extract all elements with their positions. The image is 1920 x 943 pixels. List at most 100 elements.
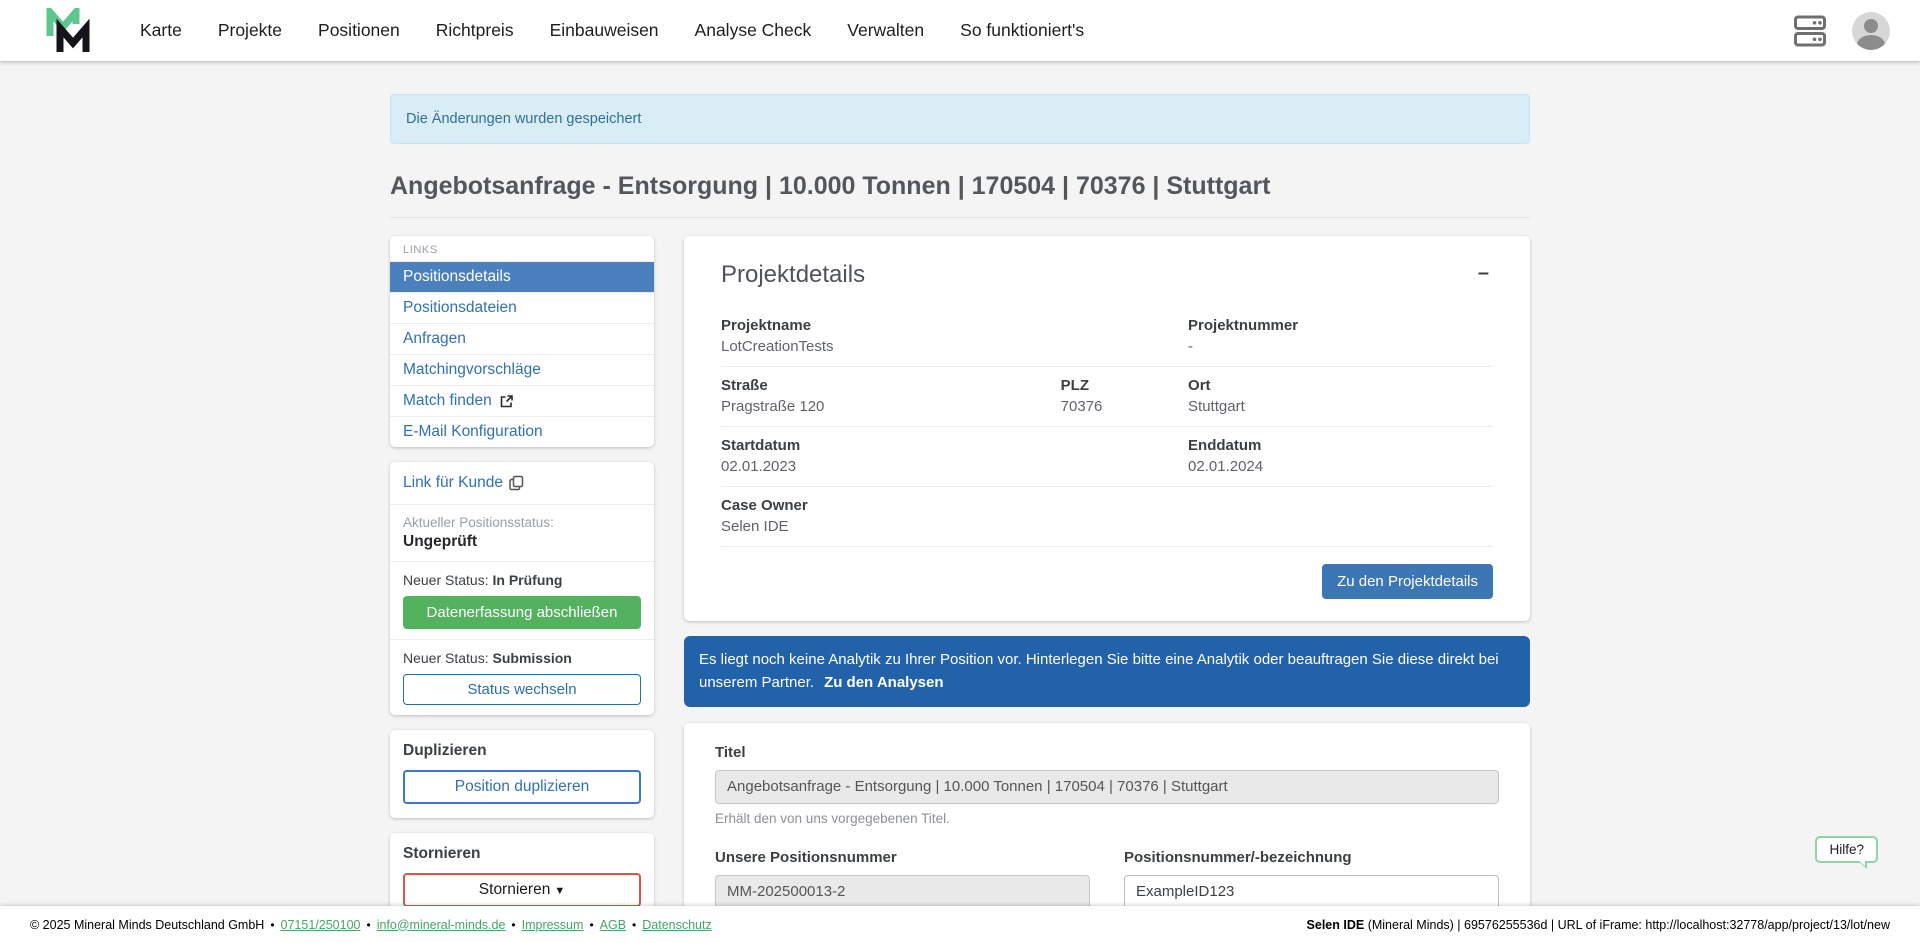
sidebar-item-matchingvorschlaege[interactable]: Matchingvorschläge [390, 354, 654, 385]
nav-item-verwalten[interactable]: Verwalten [847, 20, 924, 41]
footer-separator: • [632, 918, 636, 932]
field-value: Pragstraße 120 [721, 398, 1061, 415]
field-label: PLZ [1061, 377, 1188, 394]
sidebar-item-anfragen[interactable]: Anfragen [390, 323, 654, 354]
field-enddatum: Enddatum 02.01.2024 [1188, 437, 1493, 475]
field-label: Enddatum [1188, 437, 1493, 454]
nav-item-richtpreis[interactable]: Richtpreis [436, 20, 514, 41]
titel-input [715, 770, 1499, 804]
field-startdatum: Startdatum 02.01.2023 [721, 437, 1188, 475]
footer-user-name: Selen IDE [1307, 918, 1365, 932]
main-column: Projektdetails – Projektname LotCreation… [684, 236, 1530, 943]
cancel-card-title: Stornieren [403, 845, 641, 863]
new-status-row-1: Neuer Status: In Prüfung Datenerfassung … [390, 561, 654, 639]
field-label: Straße [721, 377, 1061, 394]
complete-data-entry-button[interactable]: Datenerfassung abschließen [403, 596, 641, 629]
field-label: Projektname [721, 317, 1188, 334]
nav-item-karte[interactable]: Karte [140, 20, 182, 41]
help-button[interactable]: Hilfe? [1815, 836, 1878, 863]
page-title: Angebotsanfrage - Entsorgung | 10.000 To… [390, 172, 1530, 218]
footer-separator: • [270, 918, 274, 932]
footer-copyright: © 2025 Mineral Minds Deutschland GmbH [30, 918, 264, 932]
field-value: 02.01.2024 [1188, 458, 1493, 475]
field-plz: PLZ 70376 [1061, 377, 1188, 415]
links-card: LINKS Positionsdetails Positionsdateien … [390, 236, 654, 447]
footer-agb-link[interactable]: AGB [600, 918, 626, 932]
new-status-line-1: Neuer Status: In Prüfung [403, 572, 641, 588]
sidebar-item-match-finden[interactable]: Match finden [390, 385, 654, 416]
go-to-project-details-button[interactable]: Zu den Projektdetails [1322, 564, 1493, 599]
footer-session-details: (Mineral Minds) | 69576255536d | URL of … [1364, 918, 1890, 932]
sidebar-item-positionsdateien[interactable]: Positionsdateien [390, 292, 654, 323]
project-field-row: Straße Pragstraße 120 PLZ 70376 Ort Stut… [721, 367, 1493, 427]
footer-datenschutz-link[interactable]: Datenschutz [642, 918, 711, 932]
new-status-line-2: Neuer Status: Submission [403, 650, 641, 666]
header-actions [1794, 12, 1890, 50]
duplicate-position-button[interactable]: Position duplizieren [403, 770, 641, 804]
cancel-dropdown-button[interactable]: Stornieren▼ [403, 873, 641, 907]
project-details-card: Projektdetails – Projektname LotCreation… [684, 236, 1530, 621]
field-value: LotCreationTests [721, 338, 1188, 355]
footer-email-link[interactable]: info@mineral-minds.de [377, 918, 506, 932]
change-status-button[interactable]: Status wechseln [403, 674, 641, 705]
duplicate-card: Duplizieren Position duplizieren [390, 730, 654, 818]
avatar-body-icon [1857, 35, 1885, 50]
field-label: Projektnummer [1188, 317, 1493, 334]
customer-link-row: Link für Kunde [390, 462, 654, 504]
field-projektnummer: Projektnummer - [1188, 317, 1493, 355]
nav-item-einbauweisen[interactable]: Einbauweisen [550, 20, 659, 41]
top-navbar: Karte Projekte Positionen Richtpreis Ein… [0, 0, 1920, 61]
field-value: 70376 [1061, 398, 1188, 415]
duplicate-card-title: Duplizieren [403, 742, 641, 760]
current-status-row: Aktueller Positionsstatus: Ungeprüft [390, 504, 654, 561]
status-card: Link für Kunde Aktueller Positionsstatus… [390, 462, 654, 715]
sidebar-item-label: E-Mail Konfiguration [403, 423, 543, 441]
external-link-icon [499, 394, 514, 409]
field-projektname: Projektname LotCreationTests [721, 317, 1188, 355]
collapse-icon[interactable]: – [1474, 261, 1493, 285]
current-status-label: Aktueller Positionsstatus: [403, 515, 641, 530]
server-icon[interactable] [1794, 14, 1826, 48]
field-case-owner: Case Owner Selen IDE [721, 497, 1493, 535]
sidebar-item-label: Positionsdateien [403, 299, 517, 317]
nav-item-projekte[interactable]: Projekte [218, 20, 282, 41]
new-status-row-2: Neuer Status: Submission Status wechseln [390, 639, 654, 715]
nav-item-positionen[interactable]: Positionen [318, 20, 400, 41]
sidebar-item-label: Match finden [403, 392, 492, 410]
mineral-minds-logo[interactable] [44, 8, 100, 54]
sidebar-item-label: Matchingvorschläge [403, 361, 541, 379]
footer-separator: • [589, 918, 593, 932]
field-ort: Ort Stuttgart [1188, 377, 1493, 415]
new-status-value: In Prüfung [493, 572, 563, 588]
caret-down-icon: ▼ [554, 885, 565, 897]
go-to-analyses-link[interactable]: Zu den Analysen [824, 674, 943, 691]
customer-link[interactable]: Link für Kunde [403, 472, 641, 494]
footer-phone-link[interactable]: 07151/250100 [281, 918, 361, 932]
sidebar-item-positionsdetails[interactable]: Positionsdetails [390, 261, 654, 292]
field-value: Stuttgart [1188, 398, 1493, 415]
titel-helper: Erhält den von uns vorgegebenen Titel. [715, 811, 1499, 826]
sidebar: LINKS Positionsdetails Positionsdateien … [390, 236, 654, 936]
new-status-prefix: Neuer Status: [403, 650, 493, 666]
project-field-row: Case Owner Selen IDE [721, 487, 1493, 547]
copy-icon [509, 475, 524, 491]
current-status-value: Ungeprüft [403, 533, 641, 551]
nav-item-analyse-check[interactable]: Analyse Check [695, 20, 812, 41]
avatar-head-icon [1864, 19, 1878, 33]
custom-position-number-input[interactable] [1124, 875, 1499, 909]
sidebar-item-label: Positionsdetails [403, 268, 511, 286]
nav-item-so-funktionierts[interactable]: So funktioniert's [960, 20, 1084, 41]
links-card-header: LINKS [390, 236, 654, 261]
our-position-number-input [715, 875, 1090, 909]
field-strasse: Straße Pragstraße 120 [721, 377, 1061, 415]
project-details-title: Projektdetails [721, 261, 865, 289]
user-avatar[interactable] [1852, 12, 1890, 50]
our-position-number-label: Unsere Positionsnummer [715, 849, 1090, 866]
titel-field-group: Titel Erhält den von uns vorgegebenen Ti… [715, 744, 1499, 826]
footer-separator: • [511, 918, 515, 932]
footer-impressum-link[interactable]: Impressum [522, 918, 584, 932]
field-label: Case Owner [721, 497, 1493, 514]
main-nav: Karte Projekte Positionen Richtpreis Ein… [140, 20, 1084, 41]
footer-left: © 2025 Mineral Minds Deutschland GmbH • … [30, 918, 712, 932]
sidebar-item-email-konfiguration[interactable]: E-Mail Konfiguration [390, 416, 654, 447]
